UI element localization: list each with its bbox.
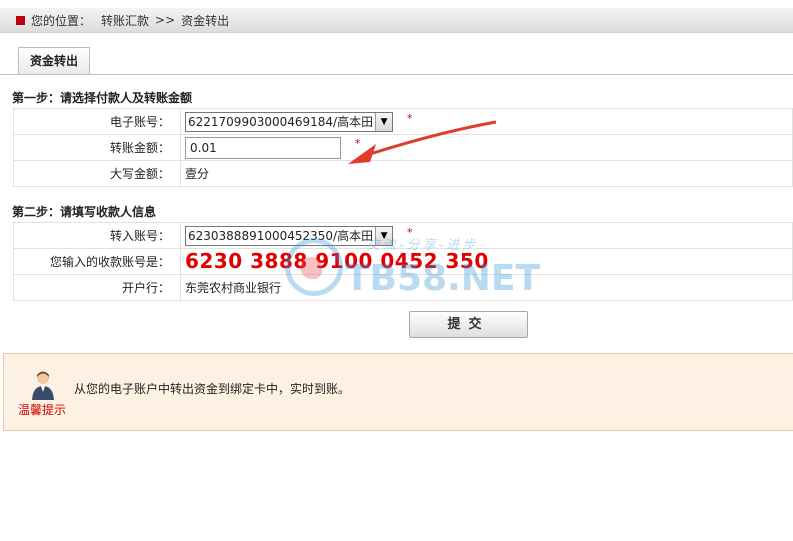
amount-input[interactable]: 0.01 xyxy=(185,136,341,159)
bank-value: 东莞农村商业银行 xyxy=(180,274,793,301)
breadcrumb-prefix: 您的位置： xyxy=(31,13,92,28)
entered-account-label: 您输入的收款账号是： xyxy=(13,248,181,275)
location-marker-icon xyxy=(16,15,25,25)
breadcrumb-current: 资金转出 xyxy=(181,13,230,28)
required-mark: * xyxy=(406,225,413,239)
table-row: 开户行： 东莞农村商业银行 xyxy=(13,274,793,301)
breadcrumb: 您的位置： 转账汇款 >> 资金转出 xyxy=(0,8,793,33)
tip-box: 温馨提示 从您的电子账户中转出资金到绑定卡中，实时到账。 xyxy=(3,353,793,431)
capital-amount-label: 大写金额： xyxy=(13,160,181,187)
submit-button[interactable]: 提交 xyxy=(409,311,528,338)
user-avatar-icon xyxy=(32,371,54,400)
table-row: 您输入的收款账号是： 6230 3888 9100 0452 350 xyxy=(13,248,793,275)
payee-account-label: 转入账号： xyxy=(13,222,181,249)
tip-text: 从您的电子账户中转出资金到绑定卡中，实时到账。 xyxy=(74,382,351,396)
annotation-arrow-icon xyxy=(348,120,497,164)
breadcrumb-transfer[interactable]: 转账汇款 xyxy=(101,12,149,29)
tip-label: 温馨提示 xyxy=(18,403,67,417)
tab-divider xyxy=(0,74,793,75)
step2-form: 转入账号： 6230388891000452350/高本田 ▼ * 您输入的收款… xyxy=(13,222,793,301)
step2-title: 第二步：请填写收款人信息 xyxy=(12,205,157,219)
payer-account-label: 电子账号： xyxy=(13,108,181,135)
tab-fund-transfer-out[interactable]: 资金转出 xyxy=(18,47,90,75)
breadcrumb-separator: >> xyxy=(155,13,176,27)
chevron-down-icon[interactable]: ▼ xyxy=(375,226,393,245)
bank-label: 开户行： xyxy=(13,274,181,301)
payee-account-select[interactable]: 6230388891000452350/高本田 ▼ xyxy=(185,225,394,246)
step1-title: 第一步：请选择付款人及转账金额 xyxy=(12,91,193,105)
entered-account-value: 6230 3888 9100 0452 350 xyxy=(185,249,489,273)
table-row: 转入账号： 6230388891000452350/高本田 ▼ * xyxy=(13,222,793,249)
amount-label: 转账金额： xyxy=(13,134,181,161)
